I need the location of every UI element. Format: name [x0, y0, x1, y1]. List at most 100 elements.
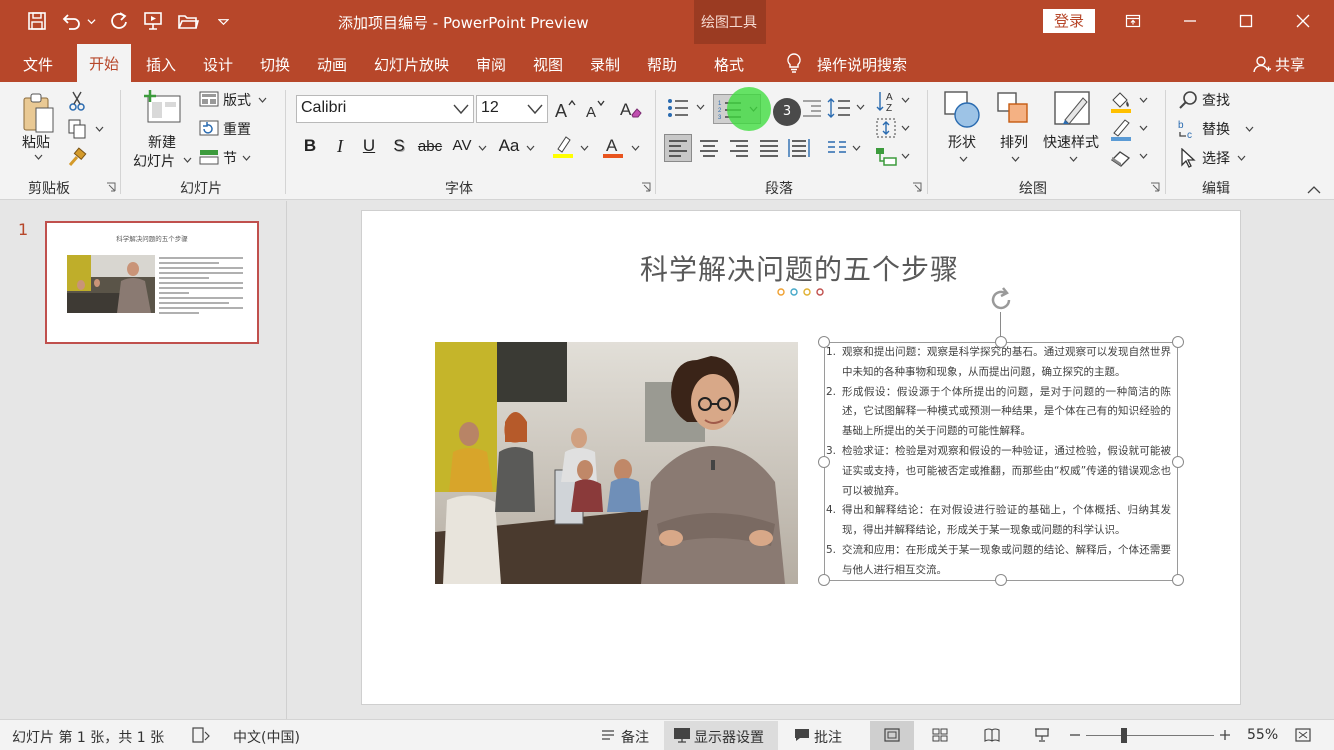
align-left-button[interactable]: [664, 134, 692, 162]
new-slide-icon[interactable]: [140, 88, 186, 128]
display-settings-label[interactable]: 显示器设置: [694, 727, 764, 747]
notes-button[interactable]: 备注: [621, 727, 649, 747]
copy-dropdown-icon[interactable]: [94, 124, 104, 134]
section-label[interactable]: 节: [223, 148, 237, 168]
font-color-icon[interactable]: A: [600, 132, 626, 160]
paste-dropdown-icon[interactable]: [33, 152, 43, 162]
align-center-button[interactable]: [696, 134, 722, 162]
bullets-icon[interactable]: [666, 96, 690, 120]
font-color-dropdown-icon[interactable]: [630, 143, 640, 153]
team-photo[interactable]: [435, 342, 798, 584]
tab-help[interactable]: 帮助: [647, 54, 677, 75]
collapse-ribbon-icon[interactable]: [1306, 182, 1322, 196]
accessibility-icon[interactable]: [191, 726, 211, 744]
share-button[interactable]: 共享: [1275, 54, 1305, 75]
select-dropdown-icon[interactable]: [1236, 153, 1246, 163]
drawing-launcher-icon[interactable]: [1150, 182, 1160, 192]
lightbulb-icon[interactable]: [784, 52, 804, 74]
open-folder-icon[interactable]: [175, 8, 201, 34]
tab-home[interactable]: 开始: [77, 44, 132, 82]
tell-me-search[interactable]: 操作说明搜索: [817, 54, 907, 75]
resize-handle-right[interactable]: [1172, 456, 1184, 468]
fit-to-window-icon[interactable]: [1294, 727, 1312, 743]
clear-formatting-icon[interactable]: A: [618, 96, 644, 122]
layout-label[interactable]: 版式: [223, 90, 251, 110]
numbered-list-textbox[interactable]: 1. 观察和提出问题：观察是科学探究的基石。通过观察可以发现自然世界中未知的各种事…: [824, 342, 1178, 581]
resize-handle-bottom-right[interactable]: [1172, 574, 1184, 586]
copy-icon[interactable]: [66, 118, 88, 140]
slide-thumbnail-1[interactable]: 科学解决问题的五个步骤: [45, 221, 259, 344]
tab-view[interactable]: 视图: [533, 54, 563, 75]
clipboard-launcher-icon[interactable]: [106, 182, 116, 192]
rotate-handle-icon[interactable]: [985, 284, 1017, 316]
resize-handle-top-left[interactable]: [818, 336, 830, 348]
tab-review[interactable]: 审阅: [476, 54, 506, 75]
distributed-button[interactable]: [786, 134, 812, 162]
ribbon-display-icon[interactable]: [1118, 6, 1148, 36]
find-icon[interactable]: [1177, 89, 1199, 111]
shape-effects-icon[interactable]: [1108, 144, 1134, 170]
comments-button[interactable]: 批注: [814, 727, 842, 747]
find-label[interactable]: 查找: [1202, 90, 1230, 110]
reading-view-icon[interactable]: [982, 727, 1002, 743]
tab-design[interactable]: 设计: [203, 54, 233, 75]
resize-handle-bottom[interactable]: [995, 574, 1007, 586]
tab-transitions[interactable]: 切换: [260, 54, 290, 75]
shape-fill-dropdown-icon[interactable]: [1138, 95, 1148, 105]
customize-toolbar-icon[interactable]: [214, 8, 232, 34]
align-right-button[interactable]: [726, 134, 752, 162]
increase-font-size-icon[interactable]: A: [553, 96, 577, 122]
arrange-icon[interactable]: [994, 88, 1034, 132]
text-direction-dropdown-icon[interactable]: [900, 95, 910, 105]
zoom-slider-track[interactable]: [1086, 735, 1214, 736]
reset-icon[interactable]: [198, 118, 220, 138]
replace-icon[interactable]: bc: [1177, 118, 1199, 140]
tab-file[interactable]: 文件: [23, 54, 53, 75]
language[interactable]: 中文(中国): [233, 727, 300, 747]
zoom-in-icon[interactable]: [1218, 728, 1232, 742]
list-item[interactable]: 3. 检验求证：检验是对观察和假设的一种验证，通过检验，假设就可能被证实或支持，也…: [826, 442, 1171, 501]
notes-icon[interactable]: [600, 727, 616, 743]
shapes-label[interactable]: 形状: [948, 132, 976, 152]
text-shadow-button[interactable]: S: [389, 134, 409, 158]
shape-outline-icon[interactable]: [1108, 116, 1134, 142]
shape-effects-dropdown-icon[interactable]: [1138, 151, 1148, 161]
resize-handle-top[interactable]: [995, 336, 1007, 348]
font-name-dropdown-icon[interactable]: [453, 102, 469, 116]
change-case-button[interactable]: Aa: [495, 134, 523, 158]
quick-styles-icon[interactable]: [1052, 88, 1094, 132]
layout-icon[interactable]: [198, 89, 220, 109]
section-dropdown-icon[interactable]: [241, 153, 251, 163]
replace-label[interactable]: 替换: [1202, 119, 1230, 139]
increase-indent-icon[interactable]: [800, 96, 824, 120]
resize-handle-left[interactable]: [818, 456, 830, 468]
share-person-icon[interactable]: [1252, 54, 1272, 74]
undo-dropdown-icon[interactable]: [84, 8, 98, 34]
bold-button[interactable]: B: [300, 134, 320, 158]
list-item[interactable]: 1. 观察和提出问题：观察是科学探究的基石。通过观察可以发现自然世界中未知的各种事…: [826, 343, 1171, 383]
shapes-icon[interactable]: [942, 88, 982, 132]
undo-icon[interactable]: [58, 8, 84, 34]
resize-handle-bottom-left[interactable]: [818, 574, 830, 586]
tab-insert[interactable]: 插入: [146, 54, 176, 75]
slideshow-view-icon[interactable]: [1032, 727, 1052, 743]
list-item[interactable]: 2. 形成假设：假设源于个体所提出的问题，是对于问题的一种简洁的陈述，它试图解释一…: [826, 383, 1171, 442]
italic-button[interactable]: I: [330, 134, 350, 158]
layout-dropdown-icon[interactable]: [257, 95, 267, 105]
shapes-dropdown-icon[interactable]: [958, 154, 968, 164]
paste-icon[interactable]: [18, 90, 58, 138]
select-cursor-icon[interactable]: [1177, 147, 1199, 169]
zoom-level[interactable]: 55%: [1247, 727, 1278, 743]
resize-handle-top-right[interactable]: [1172, 336, 1184, 348]
select-label[interactable]: 选择: [1202, 148, 1230, 168]
font-size-dropdown-icon[interactable]: [527, 102, 543, 116]
cut-icon[interactable]: [66, 90, 88, 112]
columns-dropdown-icon[interactable]: [851, 143, 861, 153]
highlight-dropdown-icon[interactable]: [579, 143, 589, 153]
font-name-combobox[interactable]: Calibri: [296, 95, 474, 123]
quick-styles-label[interactable]: 快速样式: [1043, 132, 1099, 152]
save-icon[interactable]: [24, 8, 50, 34]
slide-title[interactable]: 科学解决问题的五个步骤: [640, 248, 959, 288]
font-size-combobox[interactable]: 12: [476, 95, 548, 123]
zoom-slider-thumb[interactable]: [1121, 728, 1127, 743]
